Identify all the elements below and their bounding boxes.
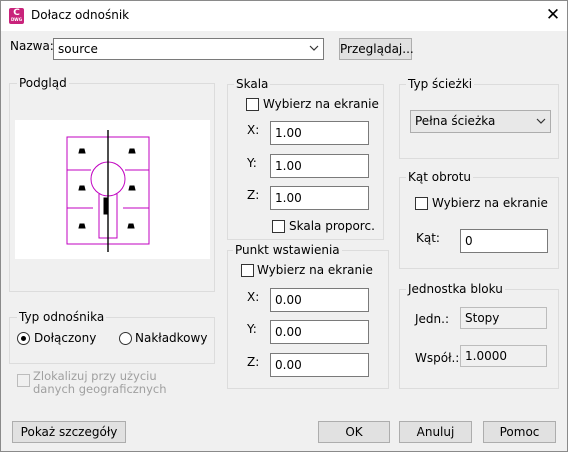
unit-value: Stopy: [460, 307, 547, 329]
insertion-x-label: X:: [247, 290, 260, 304]
angle-input[interactable]: 0: [460, 229, 548, 253]
browse-button[interactable]: Przeglądaj...: [339, 38, 414, 60]
scale-z-label: Z:: [247, 188, 260, 202]
preview-title: Podgląd: [17, 76, 69, 90]
locate-geo-label: Zlokalizuj przy użyciu danych geograficz…: [33, 369, 167, 396]
rotation-group: [399, 177, 559, 269]
overlay-radio-label[interactable]: Nakładkowy: [135, 331, 207, 345]
name-combobox[interactable]: source: [53, 38, 324, 60]
block-unit-group: [399, 289, 559, 389]
path-type-select[interactable]: Pełna ścieżka: [410, 110, 551, 133]
scale-x-input[interactable]: 1.00: [270, 121, 369, 145]
cancel-button[interactable]: Anuluj: [399, 421, 472, 443]
scale-title: Skala: [234, 77, 271, 91]
name-value: source: [58, 42, 98, 56]
chevron-down-icon: [309, 45, 319, 51]
insertion-x-input[interactable]: 0.00: [270, 288, 369, 312]
overlay-radio[interactable]: [119, 332, 132, 345]
rotation-specify-checkbox[interactable]: [415, 197, 428, 210]
rotation-title: Kąt obrotu: [406, 170, 474, 184]
window-title: Dołacz odnośnik: [31, 8, 130, 22]
insertion-z-input[interactable]: 0.00: [270, 353, 369, 377]
xref-preview-drawing: [66, 130, 150, 252]
unit-label: Jedn.:: [415, 312, 450, 326]
uniform-scale-checkbox[interactable]: [272, 220, 285, 233]
rotation-specify-label[interactable]: Wybierz na ekranie: [432, 196, 548, 210]
attach-xref-dialog: C DWG Dołacz odnośnik ✕ Nazwa: source Pr…: [0, 0, 568, 452]
title-bar: C DWG Dołacz odnośnik ✕: [1, 1, 567, 31]
scale-specify-label[interactable]: Wybierz na ekranie: [263, 97, 379, 111]
ok-button[interactable]: OK: [318, 421, 390, 443]
app-icon-sub: DWG: [10, 17, 22, 22]
angle-label: Kąt:: [416, 231, 440, 245]
insertion-y-label: Y:: [247, 322, 257, 336]
block-unit-title: Jednostka bloku: [406, 282, 505, 296]
insertion-specify-label[interactable]: Wybierz na ekranie: [257, 263, 373, 277]
insertion-z-label: Z:: [247, 355, 260, 369]
scale-specify-checkbox[interactable]: [246, 98, 259, 111]
app-icon: C DWG: [9, 8, 24, 24]
name-label: Nazwa:: [10, 39, 54, 53]
factor-value: 1.0000: [460, 345, 547, 367]
locate-geo-checkbox[interactable]: [17, 374, 30, 387]
scale-z-input[interactable]: 1.00: [270, 186, 369, 210]
factor-label: Współ.:: [415, 351, 460, 365]
insertion-specify-checkbox[interactable]: [241, 264, 254, 277]
scale-x-label: X:: [247, 123, 260, 137]
close-icon[interactable]: ✕: [541, 3, 565, 27]
help-button[interactable]: Pomoc: [483, 421, 556, 443]
uniform-scale-label[interactable]: Skala proporc.: [289, 219, 375, 233]
show-details-button[interactable]: Pokaż szczegóły: [12, 421, 126, 443]
path-type-title: Typ ścieżki: [406, 77, 475, 91]
insertion-point-title: Punkt wstawienia: [233, 243, 342, 257]
scale-y-label: Y:: [247, 156, 257, 170]
scale-y-input[interactable]: 1.00: [270, 154, 369, 178]
path-type-value: Pełna ścieżka: [415, 114, 496, 128]
reference-type-title: Typ odnośnika: [17, 310, 107, 324]
chevron-down-icon: [536, 118, 546, 124]
insertion-y-input[interactable]: 0.00: [270, 320, 369, 344]
attached-radio[interactable]: [17, 332, 30, 345]
attached-radio-label[interactable]: Dołączony: [34, 331, 96, 345]
preview-canvas: [15, 120, 210, 259]
